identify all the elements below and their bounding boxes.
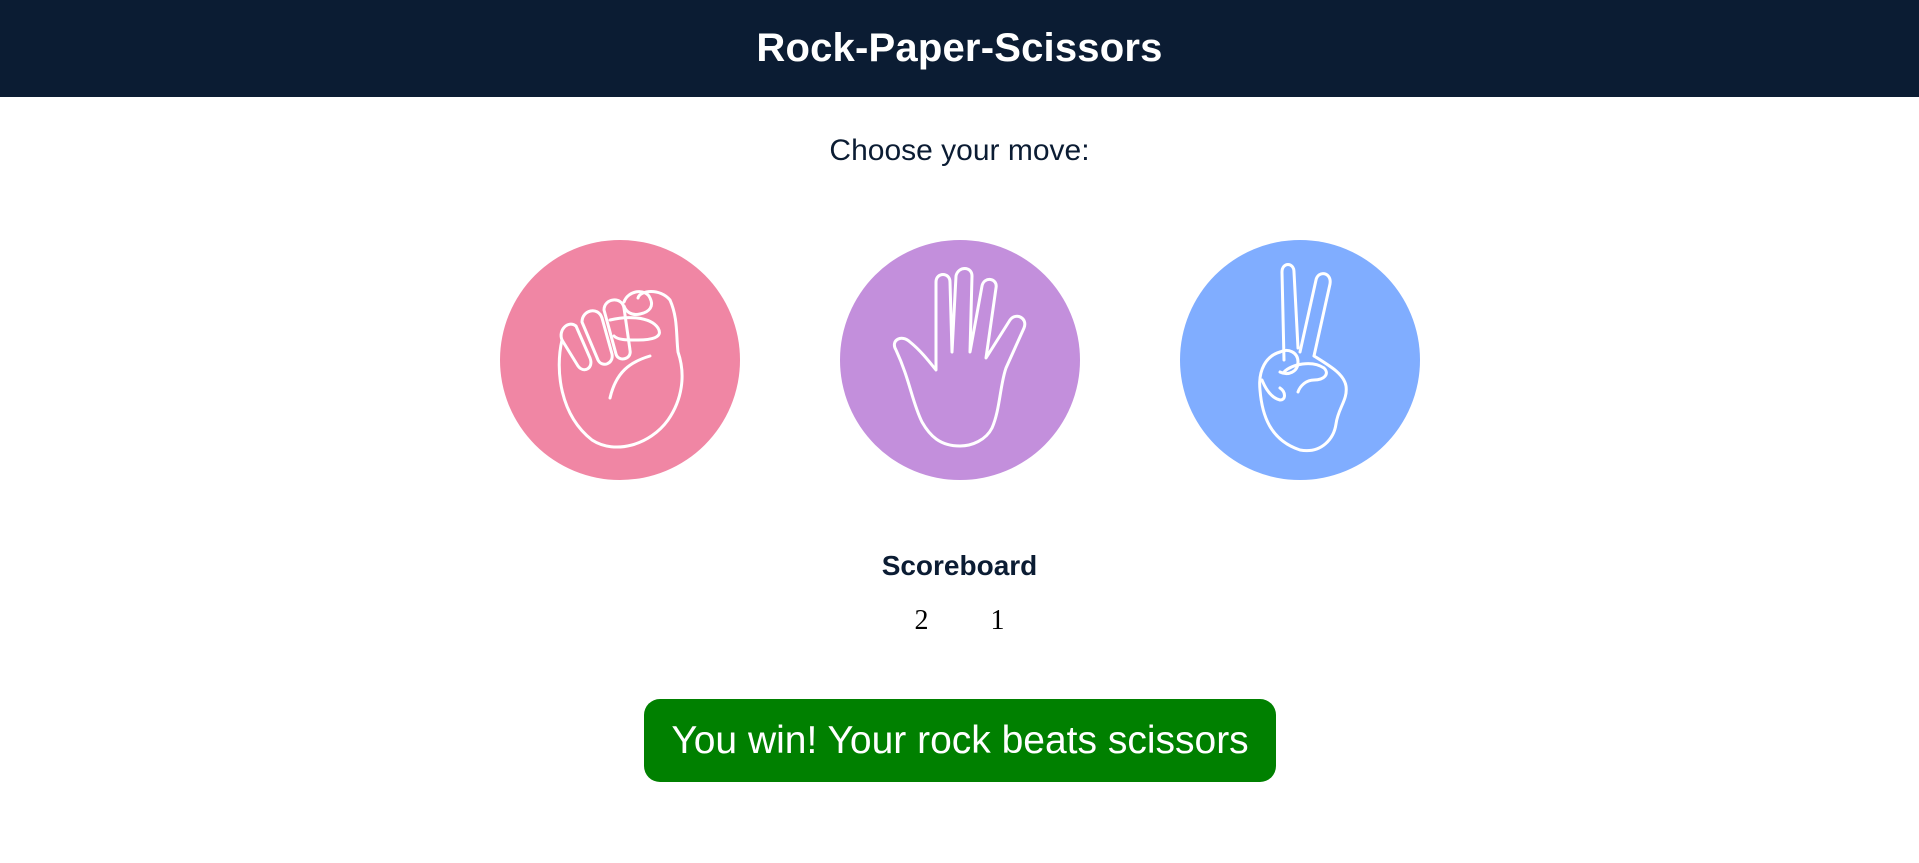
- rock-fist-icon: [500, 240, 740, 480]
- scissors-button[interactable]: [1180, 240, 1420, 480]
- result-message: You win! Your rock beats scissors: [644, 699, 1276, 782]
- move-prompt: Choose your move:: [829, 134, 1090, 167]
- header-bar: Rock-Paper-Scissors: [0, 0, 1919, 97]
- paper-hand-icon: [840, 240, 1080, 480]
- paper-button[interactable]: [840, 240, 1080, 480]
- scissors-victory-hand-icon: [1180, 240, 1420, 480]
- scoreboard: 2 1: [0, 605, 1919, 637]
- rock-button[interactable]: [500, 240, 740, 480]
- paper-circle: [840, 240, 1080, 480]
- page-title: Rock-Paper-Scissors: [756, 26, 1163, 70]
- player-score: 2: [914, 605, 929, 636]
- computer-score: 1: [990, 605, 1005, 636]
- scoreboard-title: Scoreboard: [881, 550, 1038, 581]
- scissors-circle: [1180, 240, 1420, 480]
